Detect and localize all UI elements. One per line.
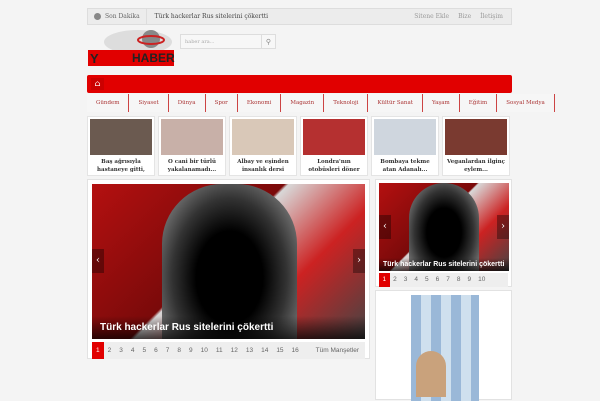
- news-thumb[interactable]: Baş ağrısıyla hastaneye gitti,: [87, 116, 155, 176]
- site-logo[interactable]: Y HABER: [88, 28, 176, 70]
- page-3[interactable]: 3: [400, 273, 411, 287]
- ad-person-image: [416, 351, 446, 397]
- thumb-image: [232, 119, 294, 155]
- page-8[interactable]: 8: [173, 342, 185, 359]
- category-dunya[interactable]: Dünya: [168, 94, 206, 112]
- page-9[interactable]: 9: [464, 273, 475, 287]
- breaking-news-bar: Son Dakika Türk hackerlar Rus sitelerini…: [87, 8, 512, 25]
- page-8[interactable]: 8: [453, 273, 464, 287]
- page-2[interactable]: 2: [104, 342, 116, 359]
- svg-text:HABER: HABER: [132, 51, 175, 65]
- all-headlines-link[interactable]: Tüm Manşetler: [312, 342, 365, 359]
- main-nav: ⌂: [87, 75, 512, 93]
- ticker-link[interactable]: Türk hackerlar Rus sitelerini çökertti: [147, 13, 268, 20]
- news-thumb[interactable]: Londra'nın otobüsleri döner: [300, 116, 368, 176]
- news-thumb[interactable]: Veganlardan ilginç eylem...: [442, 116, 510, 176]
- contact-link[interactable]: İletişim: [480, 13, 503, 20]
- headline-slide[interactable]: ‹ › Türk hackerlar Rus sitelerini çökert…: [92, 184, 365, 339]
- thumb-image: [374, 119, 436, 155]
- thumb-image: [90, 119, 152, 155]
- category-egitim[interactable]: Eğitim: [459, 94, 498, 112]
- news-thumb[interactable]: Albay ve eşinden insanlık dersi: [229, 116, 297, 176]
- thumb-image: [161, 119, 223, 155]
- page-16[interactable]: 16: [288, 342, 303, 359]
- thumb-image: [303, 119, 365, 155]
- category-spor[interactable]: Spor: [205, 94, 238, 112]
- page-7[interactable]: 7: [162, 342, 174, 359]
- news-thumbnails: Baş ağrısıyla hastaneye gitti, O cani bi…: [87, 116, 512, 176]
- next-arrow-icon[interactable]: ›: [353, 249, 365, 273]
- category-kultur-sanat[interactable]: Kültür Sanat: [368, 94, 423, 112]
- category-teknoloji[interactable]: Teknoloji: [324, 94, 369, 112]
- page-14[interactable]: 14: [257, 342, 272, 359]
- page-5[interactable]: 5: [422, 273, 433, 287]
- home-icon[interactable]: ⌂: [91, 78, 104, 90]
- page-13[interactable]: 13: [242, 342, 257, 359]
- category-siyaset[interactable]: Siyaset: [129, 94, 169, 112]
- prev-arrow-icon[interactable]: ‹: [379, 215, 391, 239]
- page-3[interactable]: 3: [115, 342, 127, 359]
- breaking-news-label: Son Dakika: [88, 9, 147, 24]
- slider-pagination: 1 2 3 4 5 6 7 8 9 10 11 12 13 14 15 16 Tüm Manşetler: [92, 342, 365, 359]
- category-yasam[interactable]: Yaşam: [422, 94, 460, 112]
- page-1[interactable]: 1: [92, 342, 104, 359]
- page-5[interactable]: 5: [139, 342, 151, 359]
- add-to-site-link[interactable]: Sitene Ekle: [414, 13, 449, 20]
- page-2[interactable]: 2: [390, 273, 401, 287]
- news-thumb[interactable]: Bombaya tekme atan Adanalı...: [371, 116, 439, 176]
- news-thumb[interactable]: O cani bir türlü yakalanamadı...: [158, 116, 226, 176]
- side-slider-pagination: 1 2 3 4 5 6 7 8 9 10: [379, 273, 508, 287]
- category-gundem[interactable]: Gündem: [87, 94, 130, 112]
- page-12[interactable]: 12: [227, 342, 242, 359]
- category-magazin[interactable]: Magazin: [281, 94, 325, 112]
- thumb-image: [445, 119, 507, 155]
- page-15[interactable]: 15: [272, 342, 287, 359]
- page-6[interactable]: 6: [150, 342, 162, 359]
- search-input[interactable]: haber ara... ⚲: [180, 34, 276, 49]
- svg-text:Y: Y: [90, 51, 99, 66]
- side-slider: ‹ › Türk hackerlar Rus sitelerini çökert…: [375, 179, 512, 287]
- page-4[interactable]: 4: [127, 342, 139, 359]
- advertisement[interactable]: [375, 290, 512, 401]
- about-link[interactable]: Bize: [458, 13, 471, 20]
- page-4[interactable]: 4: [411, 273, 422, 287]
- slide-title: Türk hackerlar Rus sitelerini çökertti: [379, 258, 509, 271]
- category-nav: Gündem Siyaset Dünya Spor Ekonomi Magazi…: [87, 94, 555, 112]
- prev-arrow-icon[interactable]: ‹: [92, 249, 104, 273]
- page-1[interactable]: 1: [379, 273, 390, 287]
- next-arrow-icon[interactable]: ›: [497, 215, 509, 239]
- page-10[interactable]: 10: [475, 273, 489, 287]
- page-7[interactable]: 7: [443, 273, 454, 287]
- category-sosyal-medya[interactable]: Sosyal Medya: [497, 94, 555, 112]
- page-11[interactable]: 11: [212, 342, 227, 359]
- page-9[interactable]: 9: [185, 342, 197, 359]
- category-ekonomi[interactable]: Ekonomi: [237, 94, 282, 112]
- slide-title: Türk hackerlar Rus sitelerini çökertti: [92, 316, 365, 339]
- page-6[interactable]: 6: [432, 273, 443, 287]
- search-icon[interactable]: ⚲: [261, 35, 275, 48]
- page-10[interactable]: 10: [197, 342, 212, 359]
- clock-icon: [94, 13, 101, 20]
- side-slide[interactable]: ‹ › Türk hackerlar Rus sitelerini çökert…: [379, 183, 509, 271]
- headline-slider: ‹ › Türk hackerlar Rus sitelerini çökert…: [87, 179, 370, 359]
